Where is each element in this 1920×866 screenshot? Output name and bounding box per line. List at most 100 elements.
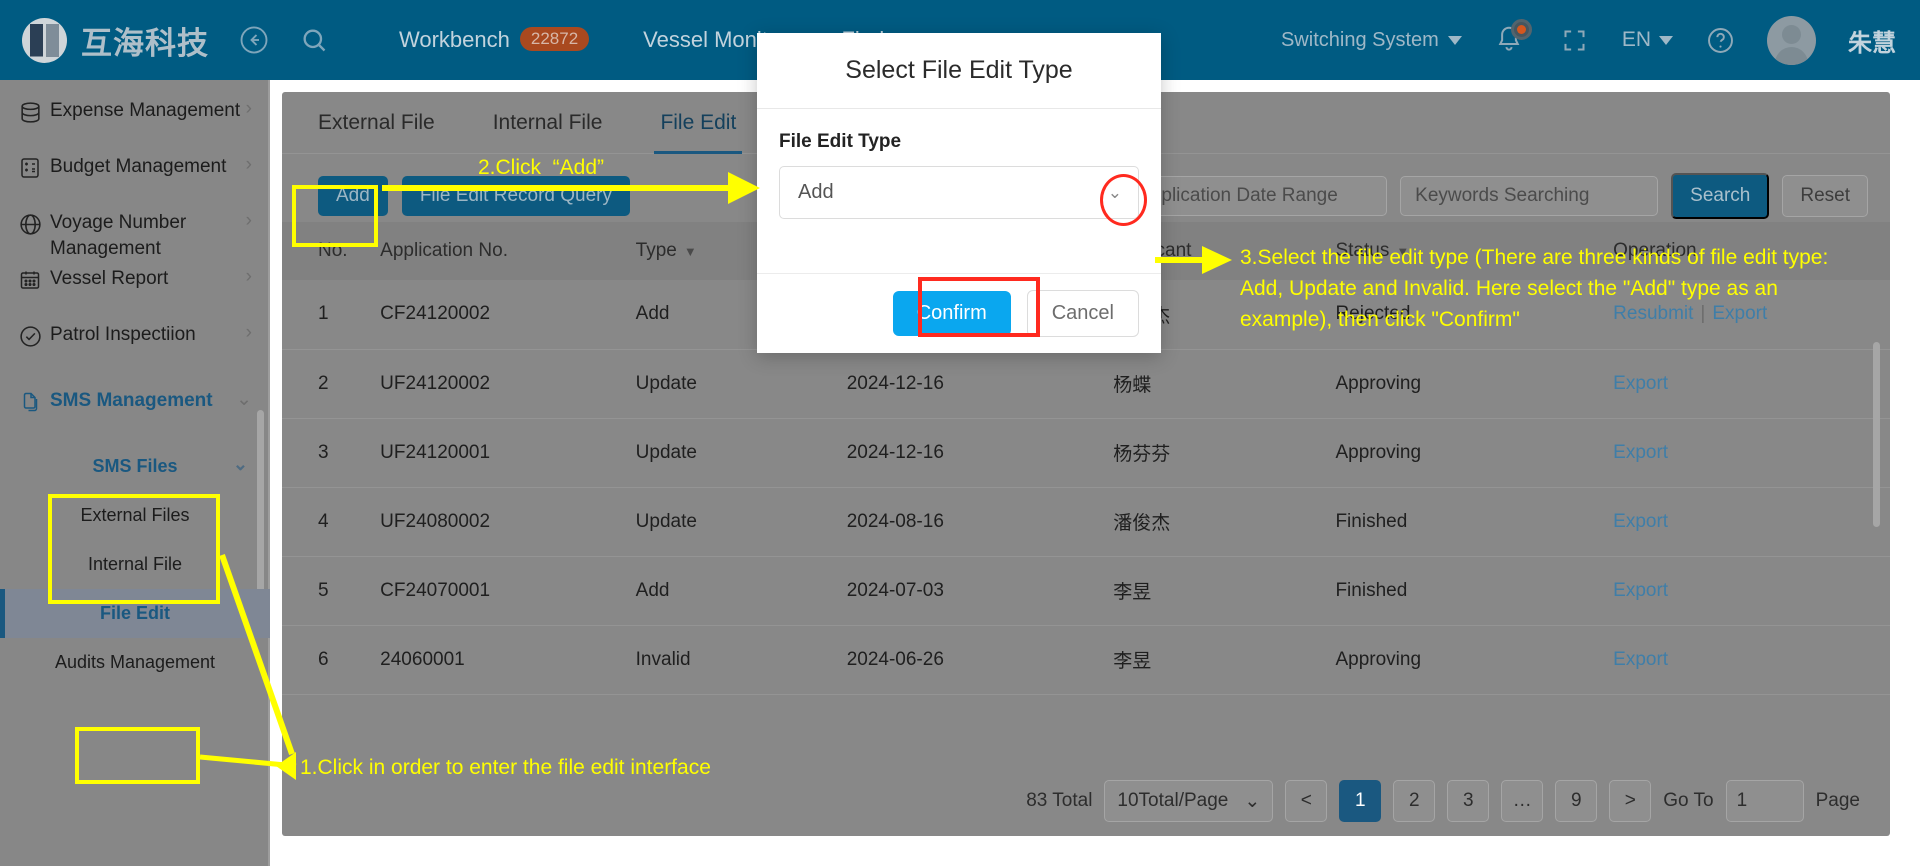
cell-no: 5 xyxy=(282,556,369,626)
sidebar-label-patrol-inspection: Patrol Inspectiion xyxy=(50,324,196,345)
export-link[interactable]: Export xyxy=(1613,580,1668,601)
sidebar-item-budget-management[interactable]: Budget Management › xyxy=(0,152,270,208)
cell-application-no: UF24080002 xyxy=(368,487,624,557)
cell-application-no: CF24120002 xyxy=(368,280,624,350)
export-link[interactable]: Export xyxy=(1613,511,1668,532)
documents-icon xyxy=(10,386,50,414)
fullscreen-icon[interactable] xyxy=(1560,25,1590,55)
nav-item-workbench[interactable]: Workbench 22872 xyxy=(399,27,590,53)
export-link[interactable]: Export xyxy=(1613,649,1668,670)
table-scrollbar[interactable] xyxy=(1873,342,1880,527)
goto-page-input[interactable]: 1 xyxy=(1725,780,1804,822)
app-root: 互海科技 Workbench22872 Vessel Monitor Find … xyxy=(0,0,1920,866)
keywords-search-input[interactable]: Keywords Searching xyxy=(1400,176,1659,216)
table-row[interactable]: 4 UF24080002 Update 2024-08-16 潘俊杰 Finis… xyxy=(282,487,1890,557)
sidebar-subitem-external-files[interactable]: External Files xyxy=(0,491,270,540)
table-row[interactable]: 2 UF24120002 Update 2024-12-16 杨蝶 Approv… xyxy=(282,349,1890,419)
col-header-status-label: Status xyxy=(1335,240,1390,261)
cell-application-date: 2024-06-26 xyxy=(834,625,1102,695)
language-label: EN xyxy=(1621,28,1651,51)
cell-operation: Export xyxy=(1601,625,1890,695)
sidebar-item-vessel-report[interactable]: Vessel Report › xyxy=(0,264,270,320)
select-file-edit-type-dialog: Select File Edit Type File Edit Type Add… xyxy=(757,33,1161,353)
sidebar-subitem-file-edit[interactable]: File Edit xyxy=(0,589,270,638)
page-button-9[interactable]: 9 xyxy=(1555,780,1598,822)
cell-application-no: CF24070001 xyxy=(368,556,624,626)
prev-page-button[interactable]: < xyxy=(1285,780,1328,822)
sidebar-item-sms-management[interactable]: SMS Management ⌄ xyxy=(0,386,270,442)
cell-type: Update xyxy=(623,487,835,557)
chevron-right-icon: › xyxy=(245,154,252,175)
workbench-badge: 22872 xyxy=(519,27,590,51)
sidebar-label-sms-management: SMS Management xyxy=(50,390,213,411)
col-header-application-no: Application No. xyxy=(368,222,624,280)
tab-file-edit[interactable]: File Edit xyxy=(654,92,743,154)
cell-no: 4 xyxy=(282,487,369,557)
cell-status: Finished xyxy=(1323,487,1602,557)
cell-operation: Export xyxy=(1601,418,1890,488)
avatar[interactable] xyxy=(1767,15,1816,65)
next-page-button[interactable]: > xyxy=(1609,780,1652,822)
language-selector[interactable]: EN xyxy=(1622,28,1673,52)
application-date-range-input[interactable]: Application Date Range xyxy=(1123,176,1388,216)
table-row[interactable]: 6 24060001 Invalid 2024-06-26 李昱 Approvi… xyxy=(282,625,1890,695)
cell-applicant: 杨蝶 xyxy=(1101,349,1324,419)
cancel-button[interactable]: Cancel xyxy=(1026,290,1139,337)
sidebar-subitem-internal-file[interactable]: Internal File xyxy=(0,540,270,589)
cell-application-date: 2024-12-16 xyxy=(834,418,1102,488)
cell-type: Add xyxy=(623,556,835,626)
notifications-bell-icon[interactable] xyxy=(1494,19,1532,57)
chevron-right-icon: › xyxy=(245,98,252,119)
tab-internal-file[interactable]: Internal File xyxy=(493,92,603,154)
sidebar-subitem-audits-management[interactable]: Audits Management xyxy=(0,638,270,687)
table-row[interactable]: 3 UF24120001 Update 2024-12-16 杨芬芬 Appro… xyxy=(282,418,1890,488)
file-edit-record-query-button[interactable]: File Edit Record Query xyxy=(401,176,630,216)
add-button[interactable]: Add xyxy=(318,176,388,216)
help-icon[interactable] xyxy=(1705,25,1735,55)
database-icon xyxy=(10,96,50,125)
page-button-3[interactable]: 3 xyxy=(1447,780,1490,822)
sort-icon[interactable]: ▼ xyxy=(1396,244,1409,259)
sidebar-item-patrol-inspection[interactable]: Patrol Inspectiion › xyxy=(0,320,270,376)
sort-icon[interactable]: ▼ xyxy=(684,244,697,259)
page-button-1[interactable]: 1 xyxy=(1339,780,1382,822)
sidebar-item-voyage-number-management[interactable]: Voyage Number Management › xyxy=(0,208,270,264)
page-size-select[interactable]: 10Total/Page ⌄ xyxy=(1104,780,1274,822)
reset-button[interactable]: Reset xyxy=(1782,175,1868,217)
toolbar-filters: Application Date Range Keywords Searchin… xyxy=(1123,173,1868,219)
search-button[interactable]: Search xyxy=(1671,173,1770,219)
file-edit-type-select[interactable]: Add ⌄ xyxy=(779,166,1139,219)
switching-system-dropdown[interactable]: Switching System xyxy=(1281,29,1462,52)
switching-system-label: Switching System xyxy=(1280,28,1439,51)
cell-applicant: 杨芬芬 xyxy=(1101,418,1324,488)
cell-status: Approving xyxy=(1323,349,1602,419)
cell-application-no: UF24120001 xyxy=(368,418,624,488)
tab-external-file[interactable]: External File xyxy=(318,92,435,154)
confirm-button[interactable]: Confirm xyxy=(892,291,1011,336)
pagination: 83 Total 10Total/Page ⌄ < 1 2 3 … 9 > Go… xyxy=(282,780,1890,822)
col-header-status[interactable]: Status ▼ xyxy=(1323,222,1602,280)
sidebar-subitem-sms-files[interactable]: SMS Files ⌄ xyxy=(0,442,270,491)
cell-type: Invalid xyxy=(623,625,835,695)
cell-application-date: 2024-12-16 xyxy=(834,349,1102,419)
resubmit-link[interactable]: Resubmit xyxy=(1613,303,1693,324)
total-count-label: 83 Total xyxy=(1026,790,1093,811)
page-ellipsis[interactable]: … xyxy=(1501,780,1544,822)
sidebar: Expense Management › Budget Management ›… xyxy=(0,80,270,866)
cell-no: 3 xyxy=(282,418,369,488)
goto-label: Go To xyxy=(1663,790,1714,811)
cell-operation: Export xyxy=(1601,349,1890,419)
page-button-2[interactable]: 2 xyxy=(1393,780,1436,822)
chevron-down-icon xyxy=(1659,35,1673,45)
export-link[interactable]: Export xyxy=(1613,373,1668,394)
search-icon[interactable] xyxy=(299,25,329,55)
back-arrow-icon[interactable] xyxy=(239,25,269,55)
export-link[interactable]: Export xyxy=(1613,442,1668,463)
brand-logo[interactable]: 互海科技 xyxy=(22,17,209,63)
sidebar-item-expense-management[interactable]: Expense Management › xyxy=(0,96,270,152)
sidebar-sublabel-sms-files: SMS Files xyxy=(92,456,178,476)
table-row[interactable]: 5 CF24070001 Add 2024-07-03 李昱 Finished … xyxy=(282,556,1890,626)
cell-status: Approving xyxy=(1323,625,1602,695)
export-link[interactable]: Export xyxy=(1712,303,1767,324)
cell-status: Approving xyxy=(1323,418,1602,488)
